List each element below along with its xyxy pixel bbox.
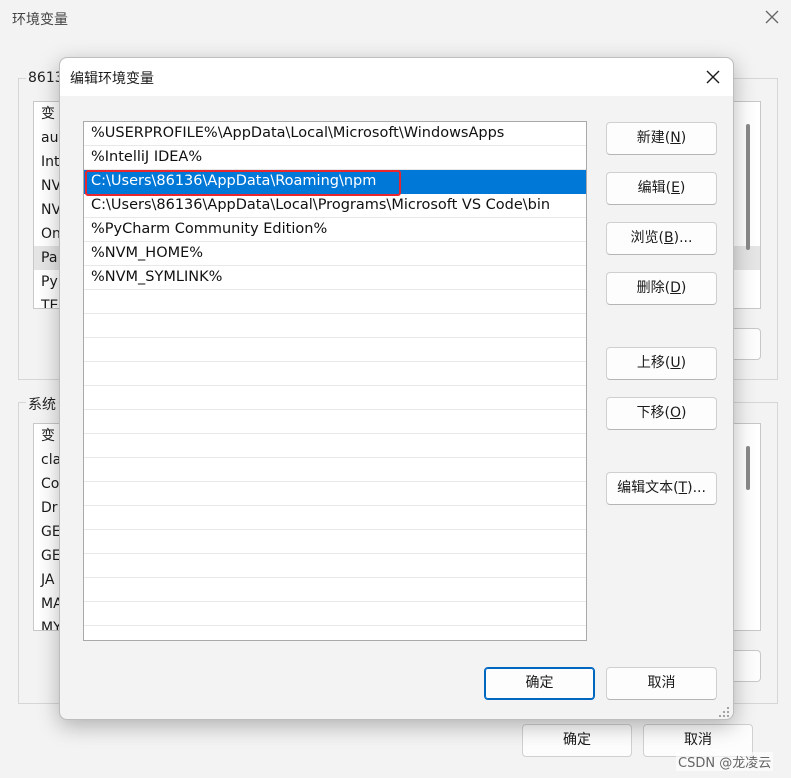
path-list-item[interactable]: C:\Users\86136\AppData\Local\Programs\Mi… <box>84 194 586 218</box>
watermark: CSDN @龙凌云 <box>676 752 774 771</box>
ok-button[interactable]: 确定 <box>484 667 595 700</box>
move-up-button-suffix: ) <box>680 355 687 371</box>
browse-button[interactable]: 浏览(B)... <box>606 222 717 255</box>
edit-button-label: 编辑( <box>637 180 672 196</box>
path-list-empty-row[interactable] <box>84 554 586 578</box>
background-window-title: 环境变量 <box>12 12 68 28</box>
user-list-scrollbar[interactable] <box>746 124 750 250</box>
path-list-empty-row[interactable] <box>84 578 586 602</box>
cancel-button[interactable]: 取消 <box>606 667 717 700</box>
move-down-button-accesskey: O <box>669 405 682 421</box>
move-down-button[interactable]: 下移(O) <box>606 397 717 430</box>
new-button[interactable]: 新建(N) <box>606 122 717 155</box>
new-button-accesskey: N <box>670 130 681 146</box>
path-list-item[interactable]: %NVM_SYMLINK% <box>84 266 586 290</box>
path-list-empty-row[interactable] <box>84 602 586 626</box>
resize-grip-icon[interactable] <box>716 704 730 718</box>
path-list-empty-row[interactable] <box>84 314 586 338</box>
path-list-empty-row[interactable] <box>84 434 586 458</box>
path-list-empty-row[interactable] <box>84 338 586 362</box>
new-button-suffix: ) <box>680 130 687 146</box>
path-list-item[interactable]: %USERPROFILE%\AppData\Local\Microsoft\Wi… <box>84 122 586 146</box>
user-variables-button-edge[interactable] <box>730 328 761 360</box>
path-list-empty-row[interactable] <box>84 362 586 386</box>
move-up-button-accesskey: U <box>670 355 681 371</box>
system-variables-button-edge[interactable] <box>730 650 761 682</box>
delete-button-accesskey: D <box>670 280 681 296</box>
edit-button-accesskey: E <box>671 180 680 196</box>
move-up-button-label: 上移( <box>636 355 671 371</box>
path-list-item[interactable]: %NVM_HOME% <box>84 242 586 266</box>
close-icon[interactable] <box>704 68 722 86</box>
dialog-title: 编辑环境变量 <box>70 71 154 87</box>
path-list-empty-row[interactable] <box>84 386 586 410</box>
path-list-empty-row[interactable] <box>84 458 586 482</box>
browse-button-accesskey: B <box>664 230 674 246</box>
background-close-icon[interactable] <box>763 8 781 26</box>
browse-button-suffix: )... <box>673 230 693 246</box>
system-variables-label: 系统 <box>26 394 58 414</box>
delete-button-suffix: ) <box>680 280 687 296</box>
background-ok-button[interactable]: 确定 <box>522 724 632 757</box>
path-list-empty-row[interactable] <box>84 482 586 506</box>
new-button-label: 新建( <box>636 130 671 146</box>
browse-button-label: 浏览( <box>630 230 665 246</box>
edit-text-button[interactable]: 编辑文本(T)... <box>606 472 717 505</box>
path-list-empty-row[interactable] <box>84 290 586 314</box>
delete-button-label: 删除( <box>636 280 671 296</box>
dialog-titlebar: 编辑环境变量 <box>60 58 733 96</box>
path-list-item[interactable]: %PyCharm Community Edition% <box>84 218 586 242</box>
path-list-item[interactable]: %IntelliJ IDEA% <box>84 146 586 170</box>
move-down-button-suffix: ) <box>681 405 687 421</box>
path-list-empty-row[interactable] <box>84 530 586 554</box>
path-list-item[interactable]: C:\Users\86136\AppData\Roaming\npm <box>84 170 586 194</box>
system-list-scrollbar[interactable] <box>746 446 750 490</box>
edit-text-button-suffix: )... <box>687 480 706 496</box>
move-up-button[interactable]: 上移(U) <box>606 347 717 380</box>
path-list-empty-row[interactable] <box>84 410 586 434</box>
path-list[interactable]: %USERPROFILE%\AppData\Local\Microsoft\Wi… <box>83 121 587 641</box>
edit-text-button-label: 编辑文本( <box>617 480 679 496</box>
edit-env-var-dialog: 编辑环境变量 %USERPROFILE%\AppData\Local\Micro… <box>59 57 734 720</box>
edit-button-suffix: ) <box>679 180 686 196</box>
delete-button[interactable]: 删除(D) <box>606 272 717 305</box>
path-list-empty-row[interactable] <box>84 506 586 530</box>
edit-button[interactable]: 编辑(E) <box>606 172 717 205</box>
move-down-button-label: 下移( <box>636 405 670 421</box>
edit-text-button-accesskey: T <box>678 480 688 496</box>
